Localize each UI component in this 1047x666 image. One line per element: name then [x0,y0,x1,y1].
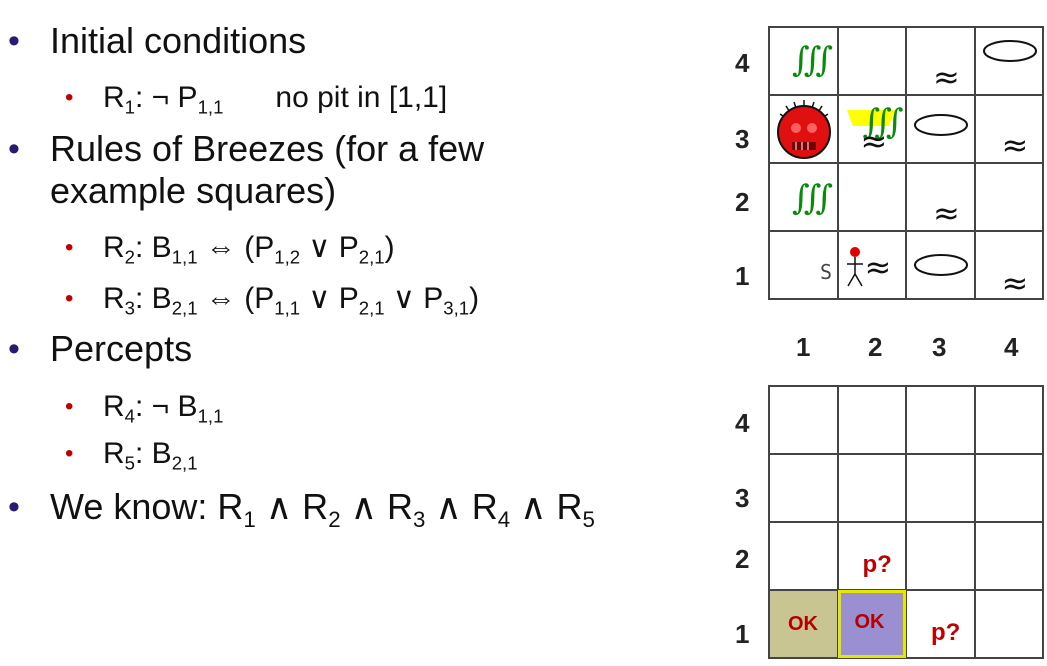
kb-cell-3-2 [905,521,976,591]
rule-r2: • R2: B1,1 ⇔ (P1,2 ∨ P2,1) [65,231,395,268]
rule-r3: • R3: B2,1 ⇔ (P1,1 ∨ P2,1 ∨ P3,1) [65,282,480,319]
kb-cell-4-4 [973,385,1044,455]
bullet-initial-conditions: • Initial conditions [8,20,307,61]
pit-icon [914,114,968,136]
world-cell-4-1: ≈ [973,230,1044,302]
kb-cell-3-1: p? [905,589,976,659]
kb-cell-4-3 [973,453,1044,523]
breeze-icon: ≈ [864,248,892,286]
world-cell-3-3 [905,94,976,164]
col-label-1: 1 [796,332,811,362]
row-label-4: 4 [735,48,750,78]
kb-cell-4-1 [973,589,1044,659]
bullet-dot: • [65,234,74,261]
kb-cell-3-3 [905,453,976,523]
row-label-1: 1 [735,261,750,291]
world-cell-1-2: ∫∫∫ [768,162,839,232]
breeze-icon: ≈ [933,194,960,232]
row-label-2: 2 [735,187,750,217]
row-label-2: 2 [735,544,750,574]
world-cell-1-4: ∫∫∫ [768,26,839,96]
world-cell-3-1 [905,230,976,300]
kb-cell-1-1-visited: OK [768,589,839,659]
bullet-dot: • [65,440,74,467]
col-label-2: 2 [868,332,883,362]
world-grid-table: ∫∫∫ ≈ ∫∫∫ ≈ ≈ ∫∫∫ ≈ S ≈ ≈ [768,26,1044,302]
breeze-icon: ≈ [1001,126,1029,164]
col-label-4: 4 [1004,332,1019,362]
r1-note: no pit in [1,1] [275,81,448,114]
rule-r1: • R1: ¬ P1,1 no pit in [1,1] [65,81,448,118]
world-cell-1-3 [768,94,839,164]
world-cell-4-4 [973,26,1044,96]
row-label-4: 4 [735,408,750,438]
breeze-icon: ≈ [860,122,888,160]
row-label-3: 3 [735,483,750,513]
kb-cell-2-3 [836,453,907,523]
pit-icon [982,40,1037,62]
bullet-dot: • [8,488,20,526]
bullet-dot: • [65,84,74,111]
pit-icon [914,254,968,276]
world-cell-4-3: ≈ [973,94,1044,164]
row-label-1: 1 [735,619,750,649]
world-cell-2-4 [836,26,907,96]
kb-cell-2-1-current: OK [836,589,907,659]
agent-icon [846,247,863,287]
bullet-rules-of-breezes: • Rules of Breezes (for a few example sq… [8,128,485,211]
breeze-icon: ≈ [933,58,960,96]
kb-cell-2-2: p? [836,521,907,591]
world-cell-2-3: ∫∫∫ ≈ [836,94,907,164]
bullet-dot: • [65,285,74,312]
bullet-dot: • [8,330,20,368]
kb-cell-4-2 [973,521,1044,591]
rule-r5: • R5: B2,1 [65,437,198,474]
wumpus-icon [777,100,831,159]
kb-cell-1-4 [768,385,839,455]
start-label: S [820,260,833,284]
bullet-dot: • [65,393,74,420]
stench-icon: ∫∫∫ [792,178,833,218]
kb-cell-3-4 [905,385,976,455]
kb-cell-2-4 [836,385,907,455]
ok-label: OK [854,611,885,633]
pit-question-label: p? [931,619,961,646]
world-cell-4-2 [973,162,1044,232]
world-cell-3-4: ≈ [905,26,976,96]
rule-r4: • R4: ¬ B1,1 [65,390,224,427]
row-label-3: 3 [735,124,750,154]
bullet-percepts: • Percepts [8,328,193,369]
bullet-dot: • [8,130,20,168]
bullet-we-know: • We know: R1 ∧ R2 ∧ R3 ∧ R4 ∧ R5 [8,486,595,532]
bullet-dot: • [8,22,20,60]
knowledge-grid-table: p? OK OK p? [768,385,1044,659]
breeze-icon: ≈ [1001,264,1029,302]
world-cell-2-1: ≈ [836,230,907,300]
pit-question-label: p? [862,551,892,578]
world-cell-1-1: S [768,230,839,300]
world-cell-2-2 [836,162,907,232]
kb-cell-1-2 [768,521,839,591]
ok-label: OK [788,613,818,635]
col-label-3: 3 [932,332,947,362]
world-cell-3-2: ≈ [905,162,976,232]
kb-cell-1-3 [768,453,839,523]
stench-icon: ∫∫∫ [792,40,833,80]
